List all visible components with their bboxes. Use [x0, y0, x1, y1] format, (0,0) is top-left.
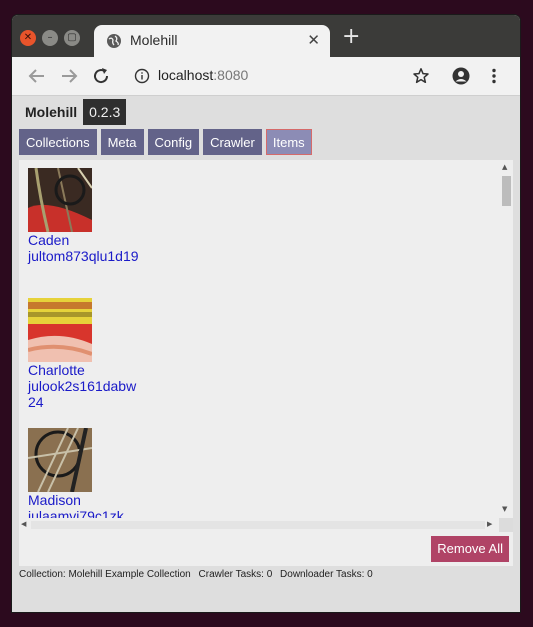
url-port: :8080 — [213, 67, 249, 83]
nav-crawler-button[interactable]: Crawler — [203, 129, 262, 155]
scroll-right-icon[interactable]: ▶ — [487, 520, 492, 528]
item-thumbnail[interactable] — [28, 428, 92, 492]
menu-dots-icon[interactable] — [485, 67, 503, 85]
item-thumbnail[interactable] — [28, 168, 92, 232]
nav-collections-button[interactable]: Collections — [19, 129, 97, 155]
bookmark-star-icon[interactable] — [412, 67, 430, 85]
page-content: Molehill 0.2.3 Collections Meta Config C… — [16, 96, 516, 612]
close-tab-icon[interactable]: ✕ — [307, 31, 320, 49]
items-list[interactable]: Caden jultom873qlu1d19 Charlotte julook2… — [19, 160, 513, 532]
scroll-up-icon[interactable]: ▲ — [502, 163, 507, 171]
app-header: Molehill 0.2.3 — [19, 98, 127, 126]
item-name-link[interactable]: Caden — [28, 232, 143, 248]
address-bar[interactable]: localhost:8080 — [124, 62, 444, 90]
globe-icon — [107, 34, 121, 48]
window-maximize-button[interactable]: ▢ — [64, 30, 80, 46]
app-version-badge: 0.2.3 — [83, 99, 127, 125]
status-downloader-tasks: Downloader Tasks: 0 — [280, 569, 373, 580]
nav-meta-button[interactable]: Meta — [100, 129, 144, 155]
nav-items-button[interactable]: Items — [265, 129, 312, 155]
main-nav: Collections Meta Config Crawler Items — [19, 129, 312, 155]
window-close-button[interactable]: ✕ — [20, 30, 36, 46]
item-id-link[interactable]: jultom873qlu1d19 — [28, 248, 143, 264]
action-bar: Remove All — [19, 532, 513, 566]
scroll-down-icon[interactable]: ▼ — [502, 505, 507, 513]
status-collection: Collection: Molehill Example Collection — [19, 569, 191, 580]
item-thumbnail[interactable] — [28, 298, 92, 362]
window-minimize-button[interactable]: – — [42, 30, 58, 46]
scrollbar-corner — [499, 518, 513, 532]
account-icon[interactable] — [452, 67, 470, 85]
new-tab-button[interactable]: + — [342, 26, 360, 48]
list-item[interactable]: Madison julaamvj79c1zk — [28, 428, 143, 524]
horizontal-scroll-track[interactable] — [31, 521, 485, 529]
remove-all-button[interactable]: Remove All — [431, 536, 509, 562]
tab-title: Molehill — [130, 32, 178, 48]
browser-toolbar: localhost:8080 — [12, 57, 520, 96]
forward-arrow-icon[interactable] — [58, 65, 80, 87]
status-bar: Collection: Molehill Example Collection … — [19, 567, 513, 583]
browser-tab[interactable]: Molehill ✕ — [94, 25, 330, 57]
item-id-link[interactable]: julook2s161dabw24 — [28, 378, 143, 410]
vertical-scrollbar[interactable]: ▲ ▼ — [499, 160, 513, 518]
info-icon[interactable] — [134, 68, 150, 84]
back-arrow-icon[interactable] — [26, 65, 48, 87]
scroll-thumb[interactable] — [502, 176, 511, 206]
list-item[interactable]: Charlotte julook2s161dabw24 — [28, 298, 143, 410]
app-name: Molehill — [25, 104, 78, 120]
scroll-left-icon[interactable]: ◀ — [21, 520, 26, 528]
url-host: localhost — [158, 67, 214, 83]
horizontal-scrollbar[interactable]: ◀ ▶ — [19, 518, 499, 532]
nav-config-button[interactable]: Config — [147, 129, 200, 155]
browser-window: ✕ – ▢ Molehill ✕ + localhost:8080 Molehi… — [12, 15, 520, 612]
reload-icon[interactable] — [90, 65, 112, 87]
status-crawler-tasks: Crawler Tasks: 0 — [198, 569, 273, 580]
list-item[interactable]: Caden jultom873qlu1d19 — [28, 168, 143, 264]
url-text: localhost:8080 — [158, 67, 248, 83]
item-name-link[interactable]: Charlotte — [28, 362, 143, 378]
item-name-link[interactable]: Madison — [28, 492, 143, 508]
tab-strip: ✕ – ▢ Molehill ✕ + — [12, 15, 520, 57]
